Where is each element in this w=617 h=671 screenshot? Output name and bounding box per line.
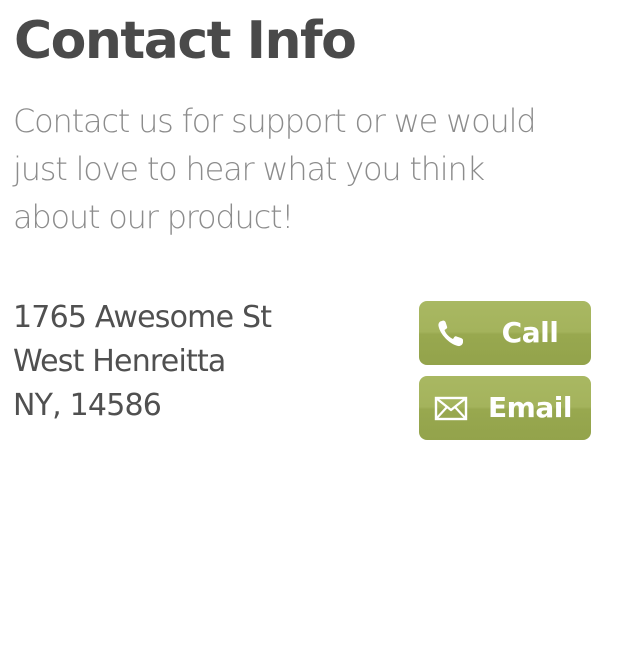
intro-text: Contact us for support or we would just …	[13, 102, 537, 236]
email-button[interactable]: Email	[419, 376, 591, 440]
address-city: West Henreitta	[13, 344, 226, 379]
address-street: 1765 Awesome St	[13, 300, 272, 335]
page-title: Contact Info	[14, 11, 357, 71]
address-block: 1765 Awesome St West Henreitta NY, 14586	[13, 296, 272, 428]
email-button-label: Email	[488, 391, 572, 424]
address-state-zip: NY, 14586	[13, 388, 162, 423]
envelope-icon	[434, 396, 468, 421]
phone-icon	[438, 320, 463, 347]
call-button[interactable]: Call	[419, 301, 591, 365]
call-button-label: Call	[501, 316, 559, 349]
